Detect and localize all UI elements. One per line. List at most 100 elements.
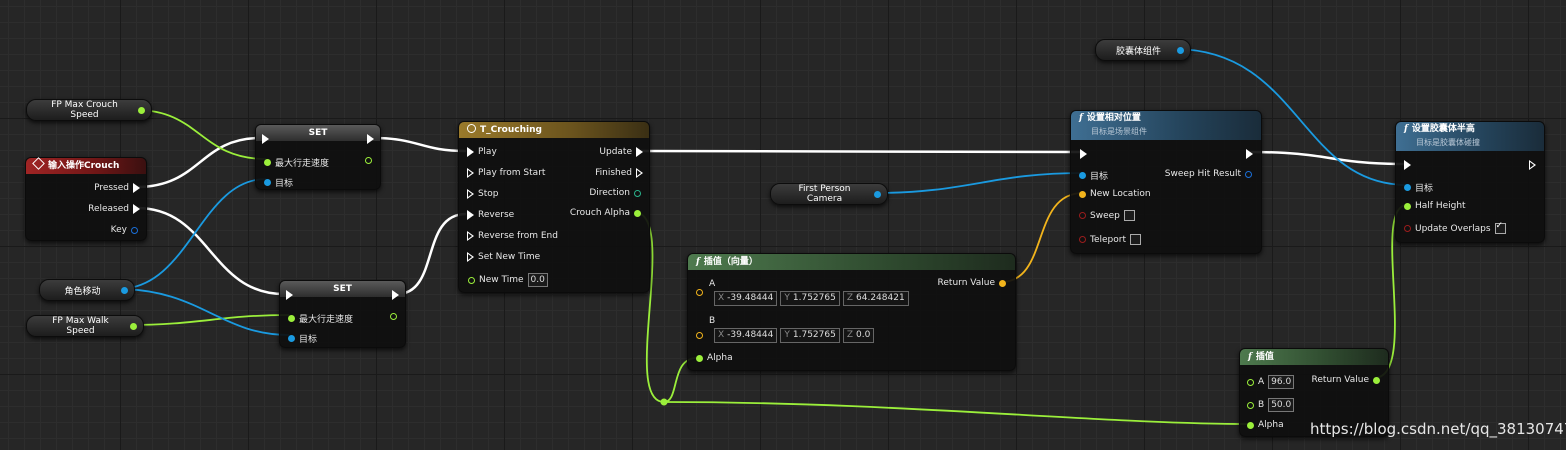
exec-in-pin[interactable]: [262, 134, 269, 144]
sweep-checkbox[interactable]: [1123, 210, 1135, 221]
float-pin-icon: [1247, 401, 1254, 409]
teleport-checkbox[interactable]: [1130, 234, 1141, 245]
exec-pin-icon: [467, 231, 474, 241]
var-fp-max-walk-speed[interactable]: FP Max Walk Speed: [26, 315, 144, 337]
node-title: 插值: [1255, 352, 1274, 362]
float-pin[interactable]: [130, 322, 137, 330]
pin-direction[interactable]: Direction: [589, 188, 641, 198]
function-icon: f: [1079, 113, 1083, 123]
b-y-field[interactable]: Y 1.752765: [780, 328, 840, 343]
a-value-field[interactable]: 96.0: [1268, 375, 1295, 389]
a-y-field[interactable]: Y 1.752765: [780, 291, 840, 306]
b-value-field[interactable]: 50.0: [1268, 398, 1295, 412]
float-pin[interactable]: [138, 106, 145, 114]
y-key: Y: [784, 330, 790, 340]
pin-alpha[interactable]: Alpha: [1247, 420, 1284, 430]
var-capsule-component[interactable]: 胶囊体组件: [1095, 39, 1191, 61]
float-pin-icon: [634, 209, 641, 217]
lerp-vector-node[interactable]: f 插值（向量） A X -39.48444 Y 1.752765 Z 64.24842…: [687, 253, 1016, 371]
exec-in-pin[interactable]: [1404, 160, 1411, 170]
pin-target[interactable]: 目标: [264, 176, 293, 189]
pin-label: Alpha: [707, 353, 733, 363]
exec-out-pin[interactable]: [367, 134, 374, 144]
object-pin[interactable]: [1177, 46, 1184, 54]
pin-target[interactable]: 目标: [1404, 181, 1433, 194]
exec-out-pin[interactable]: [1529, 160, 1536, 170]
pin-label: A: [1258, 377, 1265, 387]
var-character-movement[interactable]: 角色移动: [39, 279, 135, 301]
pin-return-value[interactable]: Return Value: [1312, 375, 1380, 385]
pin-pressed[interactable]: Pressed: [94, 183, 140, 193]
pin-target[interactable]: 目标: [1079, 169, 1108, 182]
set-capsule-half-height-node[interactable]: f 设置胶囊体半高 目标是胶囊体碰撞 目标 Half Height Update O…: [1395, 121, 1545, 243]
float-out-pin[interactable]: [365, 157, 372, 164]
node-header: f 设置胶囊体半高 目标是胶囊体碰撞: [1396, 122, 1544, 151]
var-first-person-camera[interactable]: First Person Camera: [770, 183, 888, 205]
pin-return-value[interactable]: Return Value: [938, 278, 1006, 288]
pin-new-time[interactable]: New Time 0.0: [468, 273, 548, 287]
object-pin[interactable]: [874, 190, 881, 198]
exec-out-pin[interactable]: [392, 290, 399, 300]
vector-pin-a[interactable]: [696, 289, 703, 296]
a-x-field[interactable]: X -39.48444: [714, 291, 778, 306]
a-z-field[interactable]: Z 64.248421: [842, 291, 909, 306]
a-y-value: 1.752765: [792, 293, 836, 303]
set-max-walk-speed-node-1[interactable]: SET 最大行走速度 目标: [255, 124, 381, 190]
pin-sweep-hit-result[interactable]: Sweep Hit Result: [1165, 169, 1252, 179]
pin-label: 目标: [275, 179, 294, 189]
set-max-walk-speed-node-2[interactable]: SET 最大行走速度 目标: [279, 280, 406, 348]
pin-target[interactable]: 目标: [288, 332, 317, 345]
pin-label: Crouch Alpha: [569, 208, 630, 218]
function-icon: f: [1404, 124, 1408, 134]
pin-key[interactable]: Key: [111, 225, 138, 235]
b-z-field[interactable]: Z 0.0: [842, 328, 875, 343]
pin-b[interactable]: B 50.0: [1247, 398, 1295, 412]
pin-reverse-from-end[interactable]: Reverse from End: [467, 231, 558, 241]
exec-out-pin[interactable]: [1246, 149, 1253, 159]
pin-label: New Location: [1090, 189, 1151, 199]
pin-half-height[interactable]: Half Height: [1404, 201, 1466, 211]
input-action-crouch-node[interactable]: 输入操作Crouch Pressed Released Key: [25, 157, 147, 241]
pin-update[interactable]: Update: [599, 147, 643, 157]
pin-play[interactable]: Play: [467, 147, 497, 157]
object-pin[interactable]: [121, 286, 128, 294]
float-out-pin[interactable]: [390, 313, 397, 320]
timeline-t-crouching-node[interactable]: T_Crouching Play Play from Start Stop Re…: [458, 121, 650, 293]
pin-label: 目标: [1090, 172, 1109, 182]
pin-max-walk-speed[interactable]: 最大行走速度: [288, 312, 353, 325]
set-relative-location-node[interactable]: f 设置相对位置 目标是场景组件 目标 New Location Sweep Tel…: [1070, 110, 1262, 254]
pin-teleport[interactable]: Teleport: [1079, 234, 1141, 245]
exec-pin-icon: [467, 210, 474, 220]
bool-pin-icon: [1404, 225, 1411, 232]
pin-new-location[interactable]: New Location: [1079, 189, 1151, 199]
pin-update-overlaps[interactable]: Update Overlaps: [1404, 221, 1506, 234]
var-fp-max-crouch-speed[interactable]: FP Max Crouch Speed: [26, 99, 152, 121]
function-icon: f: [696, 257, 700, 267]
pin-released[interactable]: Released: [88, 204, 140, 214]
z-key: Z: [846, 330, 853, 340]
node-header: f 插值: [1240, 349, 1388, 365]
exec-pin-icon: [133, 183, 140, 193]
update-overlaps-checkbox[interactable]: [1494, 221, 1506, 234]
pin-label: Key: [110, 225, 127, 235]
pin-stop[interactable]: Stop: [467, 189, 498, 199]
vector-pin-b[interactable]: [696, 332, 703, 339]
pin-label: Update Overlaps: [1415, 223, 1491, 234]
object-pin-icon: [264, 179, 271, 186]
pin-set-new-time[interactable]: Set New Time: [467, 252, 540, 262]
pin-play-from-start[interactable]: Play from Start: [467, 168, 545, 178]
pin-finished[interactable]: Finished: [595, 168, 643, 178]
object-pin-icon: [1079, 172, 1086, 179]
pin-max-walk-speed[interactable]: 最大行走速度: [264, 156, 329, 169]
pin-alpha[interactable]: Alpha: [696, 353, 733, 363]
new-time-value-field[interactable]: 0.0: [527, 273, 548, 287]
b-x-field[interactable]: X -39.48444: [714, 328, 778, 343]
pin-crouch-alpha[interactable]: Crouch Alpha: [570, 208, 641, 218]
pin-sweep[interactable]: Sweep: [1079, 210, 1135, 221]
exec-in-pin[interactable]: [1080, 149, 1087, 159]
pin-a[interactable]: A 96.0: [1247, 375, 1295, 389]
exec-in-pin[interactable]: [286, 290, 293, 300]
pin-reverse[interactable]: Reverse: [467, 210, 514, 220]
float-pin-icon: [288, 315, 295, 322]
exec-pin-icon: [133, 204, 140, 214]
